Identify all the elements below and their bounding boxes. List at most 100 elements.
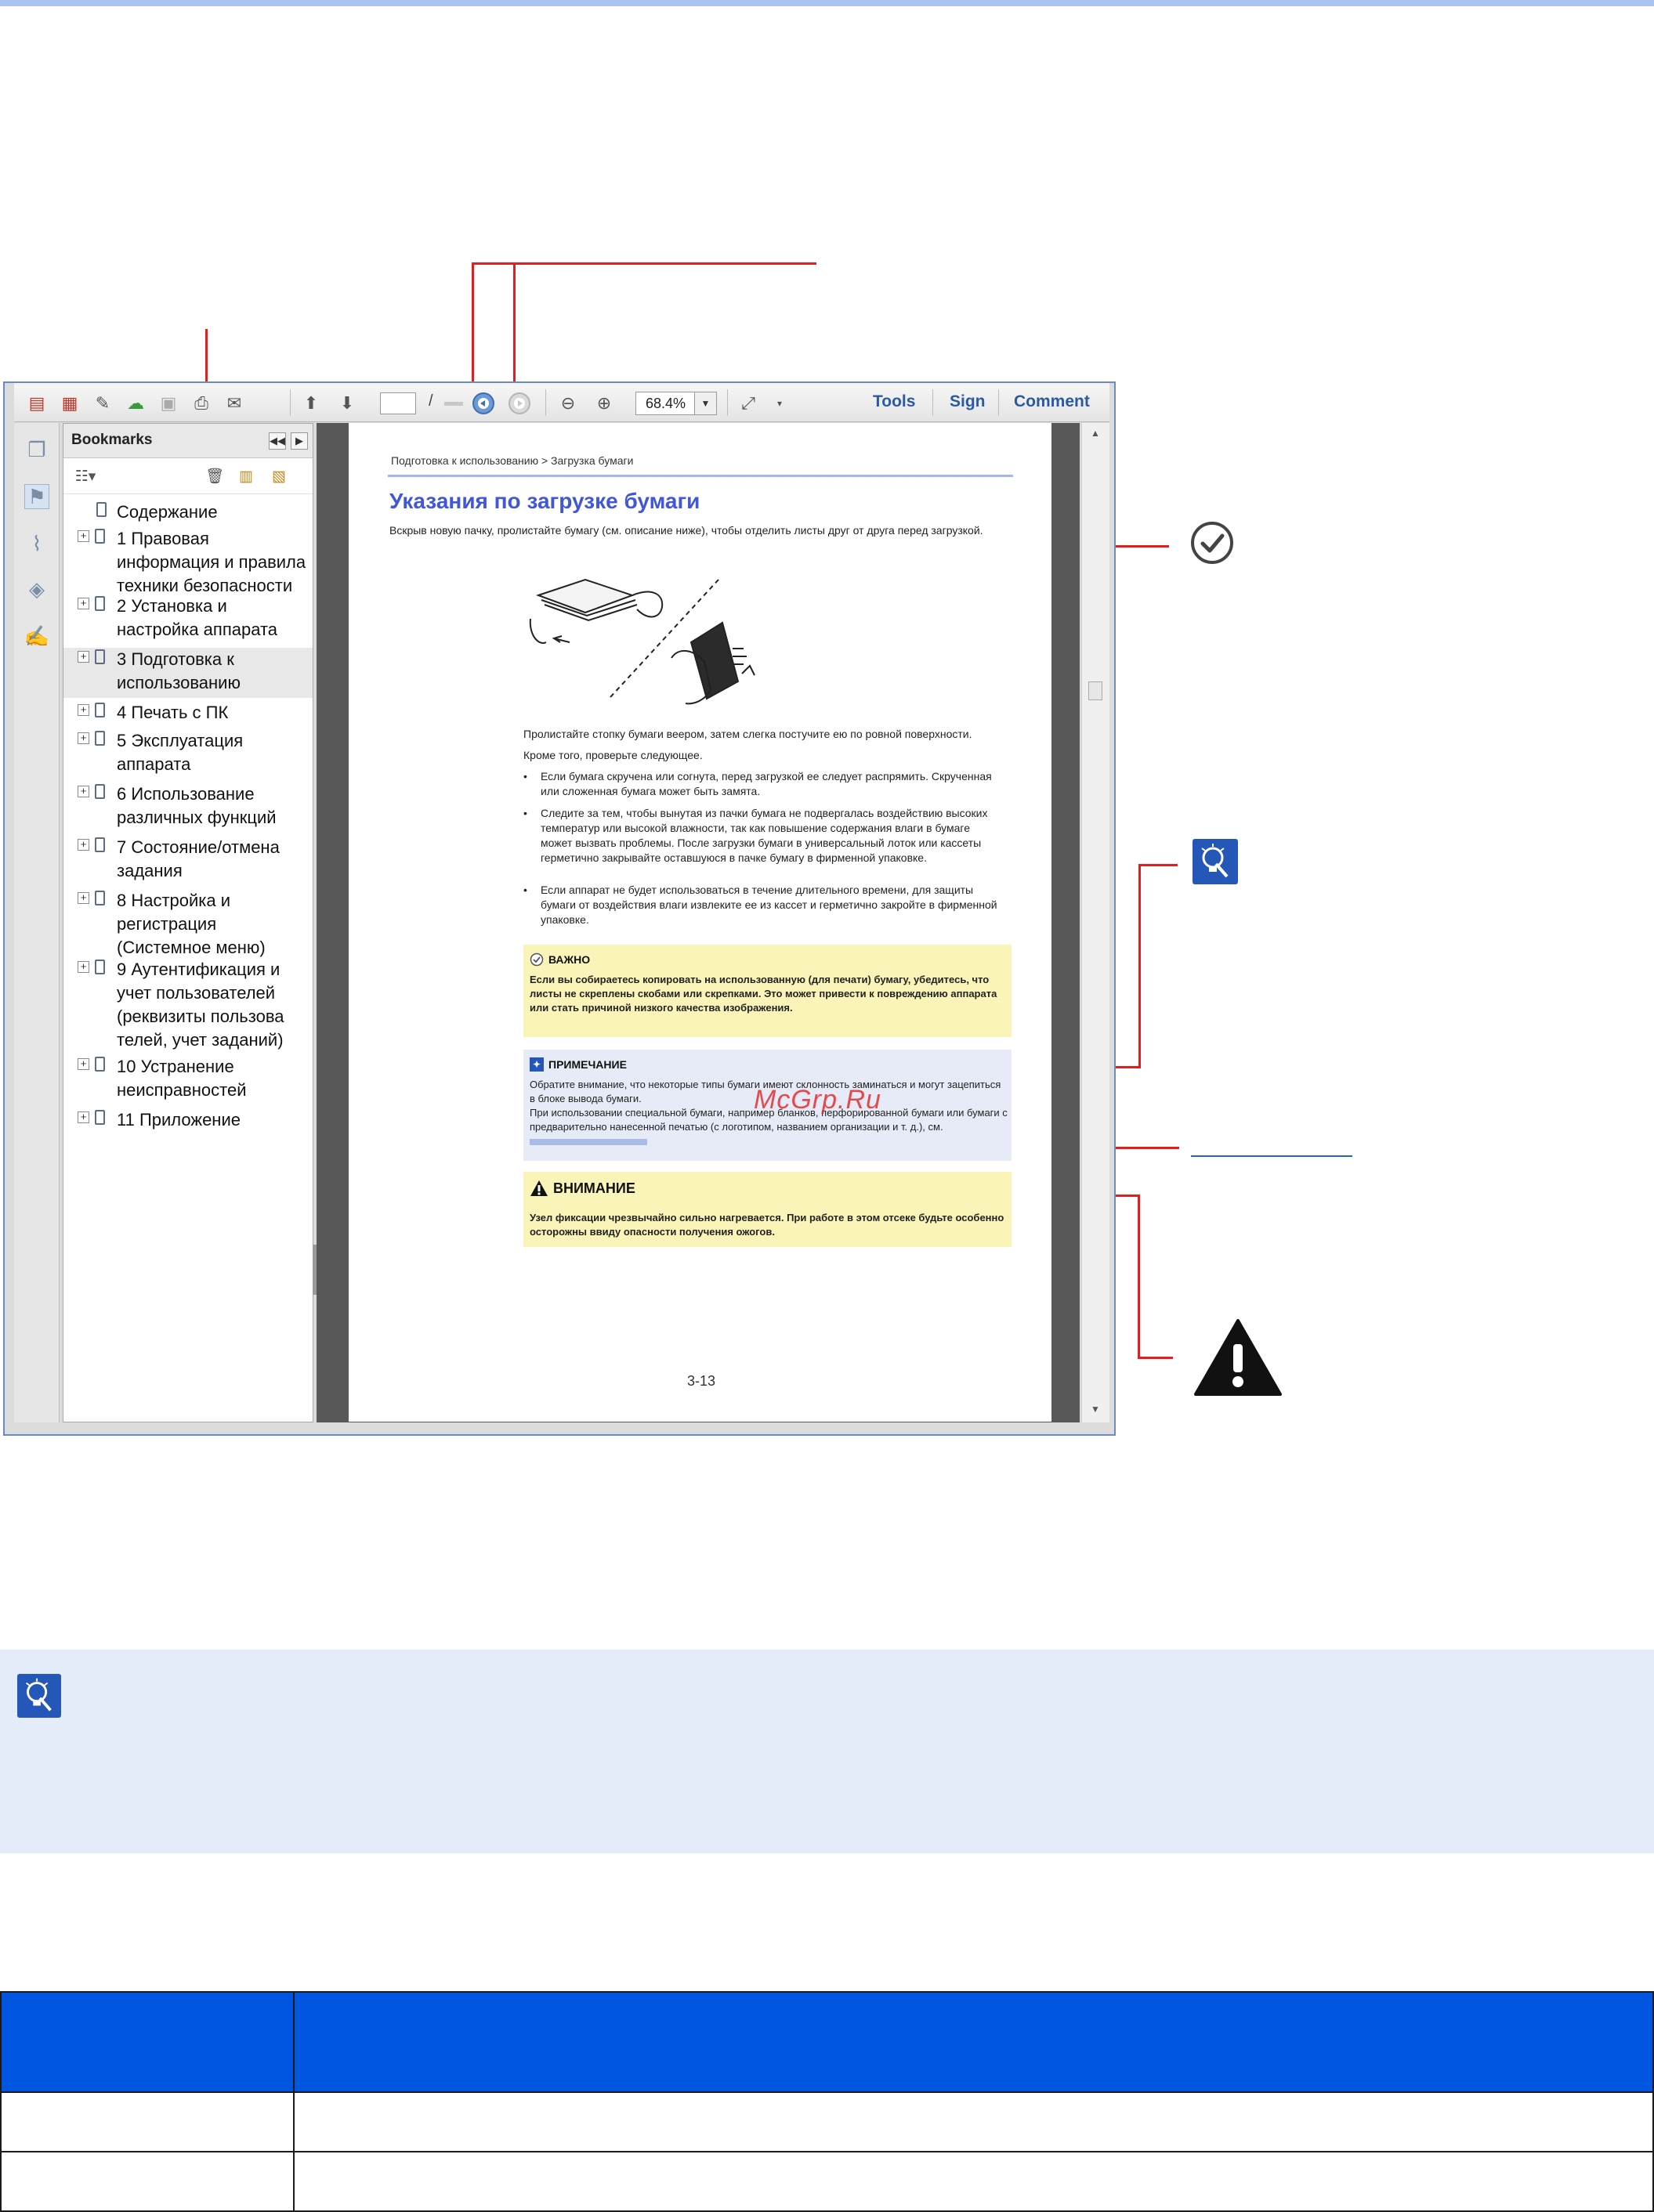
edit-icon[interactable]: ✎	[91, 392, 114, 415]
create-pdf-icon[interactable]: ▤	[25, 392, 49, 415]
collapse-panel-icon[interactable]: ◀◀	[269, 432, 286, 450]
list-item-text: Если аппарат не будет использоваться в т…	[541, 884, 997, 926]
table-cell	[293, 2151, 1654, 2212]
bookmark-options-icon[interactable]: ☷▾	[70, 466, 101, 486]
delete-bookmark-icon[interactable]: 🗑	[204, 466, 225, 486]
expand-icon[interactable]: +	[78, 1058, 89, 1070]
panel-arrow-icon[interactable]: ▶	[291, 432, 308, 450]
scroll-up-icon[interactable]: ▲	[1091, 428, 1100, 439]
next-page-icon[interactable]: ⬇	[335, 392, 359, 415]
pane-resize-grip[interactable]	[313, 1245, 317, 1295]
expand-icon[interactable]: +	[78, 1111, 89, 1123]
bookmark-label: Содержание	[117, 502, 218, 522]
list-item: • Если аппарат не будет использоваться в…	[523, 883, 1025, 930]
sign-button[interactable]: Sign	[950, 392, 986, 411]
bookmark-icon	[95, 960, 105, 974]
comment-button[interactable]: Comment	[1014, 392, 1090, 411]
bookmark-item[interactable]: +7 Состояние/отмена задания	[63, 836, 313, 883]
expand-icon[interactable]: +	[78, 786, 89, 797]
zoom-out-icon[interactable]: ⊖	[556, 392, 580, 415]
vertical-scrollbar[interactable]: ▲ ▼	[1081, 423, 1109, 1422]
bullet-icon: •	[523, 770, 527, 783]
expand-icon[interactable]: +	[78, 732, 89, 744]
callout-underline	[1191, 1155, 1352, 1157]
list-item: • Если бумага скручена или согнута, пере…	[523, 769, 1025, 799]
bookmark-icon	[95, 1110, 105, 1125]
upload-cloud-icon[interactable]: ☁	[124, 392, 147, 415]
bookmark-item[interactable]: +9 Аутентификация и учет пользователей (…	[63, 958, 313, 1050]
save-icon[interactable]: ▣	[157, 392, 180, 415]
bookmark-item[interactable]: +5 Эксплуатация аппарата	[63, 729, 313, 776]
bookmark-item[interactable]: +1 Правовая информация и правила техники…	[63, 527, 313, 595]
note-label: ПРИМЕЧАНИЕ	[548, 1058, 627, 1071]
zoom-dropdown-arrow-icon[interactable]: ▼	[695, 392, 717, 415]
expand-icon[interactable]: +	[78, 530, 89, 542]
scroll-down-icon[interactable]: ▼	[1091, 1404, 1100, 1415]
email-icon[interactable]: ✉	[223, 392, 246, 415]
callout-line	[472, 262, 816, 265]
page-thumbnails-icon[interactable]: ❐	[24, 437, 49, 462]
bookmarks-toolbar: ☷▾ 🗑 ▥ ▧	[63, 458, 313, 494]
list-item-text: Следите за тем, чтобы вынутая из пачки б…	[541, 807, 988, 864]
reference-link[interactable]	[530, 1138, 647, 1145]
bookmark-label: 8 Настройка и регистрация (Системное мен…	[117, 891, 266, 957]
fit-page-icon[interactable]: ⤢	[737, 392, 760, 415]
attachments-icon[interactable]: ⌇	[24, 531, 49, 556]
table-row	[0, 2091, 1654, 2152]
bookmarks-icon[interactable]: ⚑	[24, 484, 49, 509]
bookmark-icon	[95, 784, 105, 799]
bookmarks-title: Bookmarks	[71, 432, 153, 448]
zoom-level-input[interactable]: 68.4%	[635, 392, 695, 415]
bookmark-label: 7 Состояние/отмена задания	[117, 837, 280, 880]
legend-table	[0, 1991, 1654, 2212]
previous-page-icon[interactable]: ⬆	[299, 392, 323, 415]
bookmark-item[interactable]: +2 Установка и настройка аппарата	[63, 595, 313, 642]
expand-icon[interactable]: +	[78, 892, 89, 904]
bookmark-item[interactable]: +11 Приложение	[63, 1108, 313, 1132]
fan-instructions: Пролистайте стопку бумаги веером, затем …	[523, 728, 972, 740]
bookmark-icon	[95, 596, 105, 611]
page-number-input[interactable]	[380, 392, 416, 414]
warning-triangle-icon	[1193, 1317, 1283, 1397]
bookmark-item[interactable]: +10 Устранение неисправностей	[63, 1055, 313, 1102]
expand-icon[interactable]: +	[78, 839, 89, 851]
tools-button[interactable]: Tools	[873, 392, 915, 411]
scroll-thumb[interactable]	[1088, 681, 1102, 700]
important-label: ВАЖНО	[548, 953, 591, 966]
page-separator: /	[429, 392, 433, 410]
bookmark-item[interactable]: Содержание	[63, 501, 313, 524]
bookmark-label: 6 Использование различных функций	[117, 784, 277, 827]
bookmark-label: 4 Печать с ПК	[117, 703, 229, 722]
expand-icon[interactable]: +	[78, 704, 89, 716]
separator	[545, 389, 546, 416]
toolbar-menu-icon[interactable]: ▾	[768, 392, 791, 415]
expand-icon[interactable]: +	[78, 961, 89, 973]
paper-fanning-illustration	[523, 564, 764, 713]
bookmark-icon	[95, 731, 105, 746]
export-pdf-icon[interactable]: ▦	[58, 392, 81, 415]
important-heading: ВАЖНО	[530, 952, 590, 967]
bookmark-item[interactable]: +8 Настройка и регистрация (Системное ме…	[63, 889, 313, 958]
note-hint-icon	[1193, 839, 1238, 884]
callout-line	[1138, 864, 1178, 866]
bookmark-label: 2 Установка и настройка аппарата	[117, 596, 278, 639]
bookmark-item[interactable]: +6 Использование различных функций	[63, 783, 313, 830]
bookmark-item[interactable]: +3 Подготовка к использованию	[63, 648, 313, 698]
callout-line	[1138, 1195, 1140, 1359]
callout-line	[1138, 864, 1141, 1068]
bookmark-item[interactable]: +4 Печать с ПК	[63, 701, 313, 725]
layers-icon[interactable]: ◈	[24, 576, 49, 602]
expand-icon[interactable]: +	[78, 651, 89, 663]
toolbar: ▤ ▦ ✎ ☁ ▣ ⎙ ✉ ⬆ ⬇ / ⊖ ⊕ 68.4% ▼ ⤢ ▾ Tool…	[14, 383, 1109, 422]
expand-bookmark-icon[interactable]: ▧	[269, 466, 289, 486]
caution-text: Узел фиксации чрезвычайно сильно нагрева…	[530, 1212, 1004, 1238]
signatures-icon[interactable]: ✍	[24, 623, 49, 649]
next-view-icon[interactable]	[508, 392, 531, 415]
previous-view-icon[interactable]	[472, 392, 495, 415]
zoom-in-icon[interactable]: ⊕	[592, 392, 616, 415]
new-bookmark-icon[interactable]: ▥	[236, 466, 256, 486]
expand-icon[interactable]: +	[78, 598, 89, 609]
top-rule	[0, 0, 1654, 6]
bullet-icon: •	[523, 884, 527, 896]
print-icon[interactable]: ⎙	[190, 392, 213, 415]
